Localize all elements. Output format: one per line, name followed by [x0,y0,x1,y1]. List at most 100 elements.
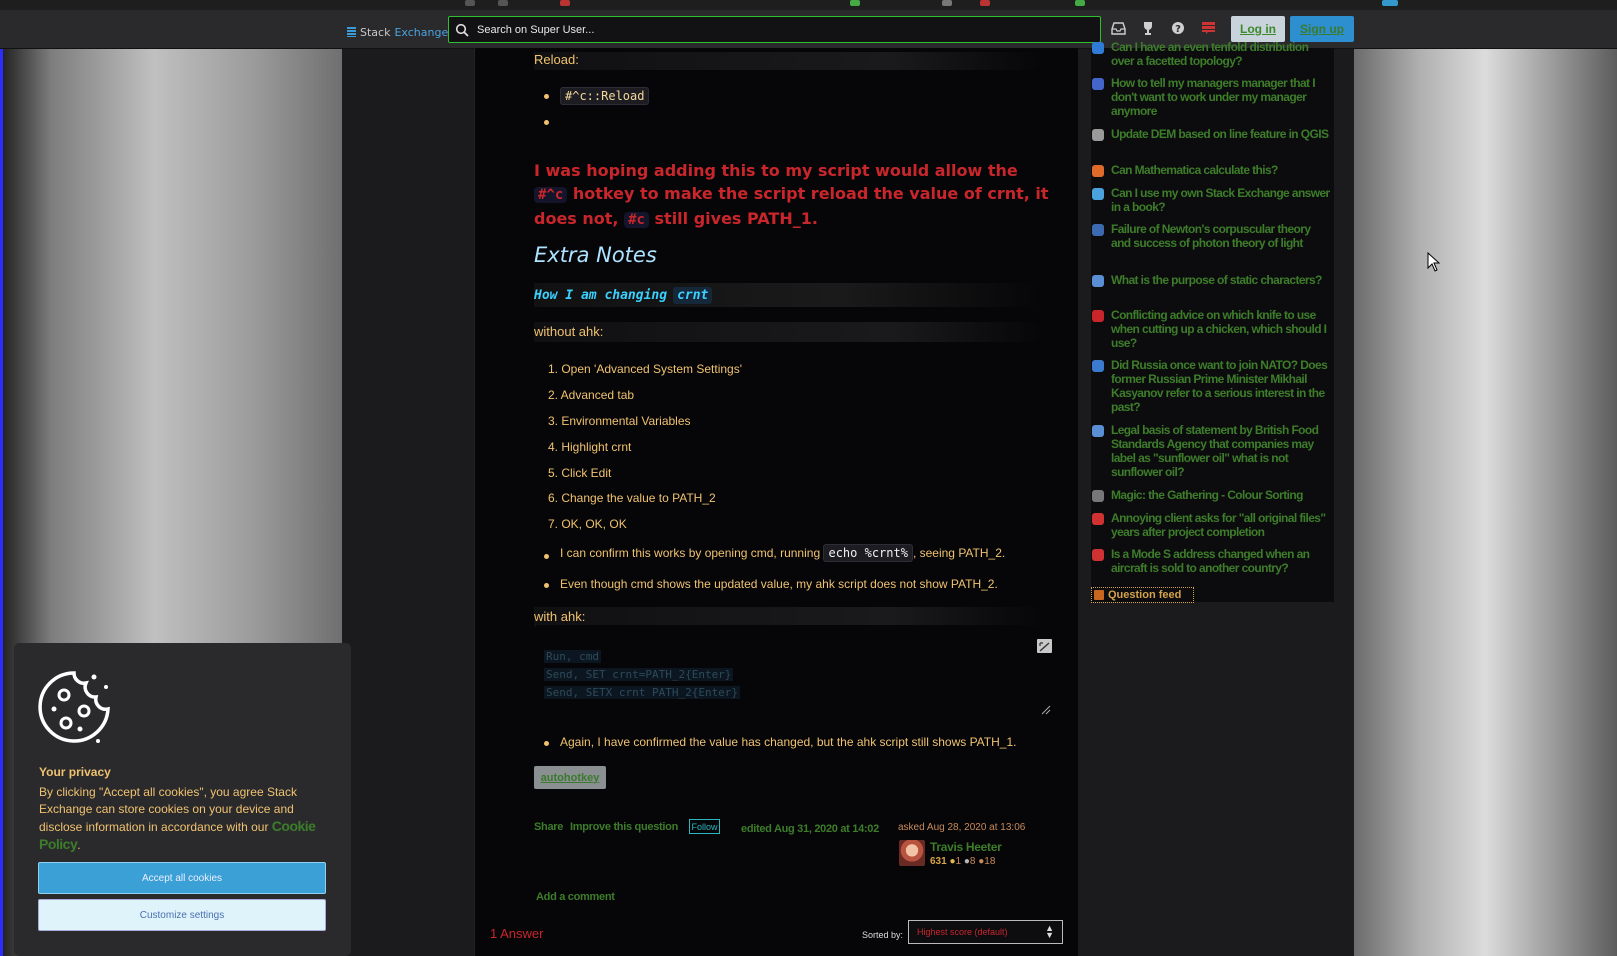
hot-question-link[interactable]: Can I have an even tenfold distribution … [1111,40,1331,68]
indicator [850,0,860,6]
indicator [980,0,990,6]
cookie-consent-dialog: Your privacy By clicking "Accept all coo… [14,643,351,956]
confirm-text: I can confirm this works by opening cmd,… [560,546,821,560]
site-icon [1092,188,1104,200]
cookie-body: By clicking "Accept all cookies", you ag… [39,784,329,854]
list-bullet [544,94,549,99]
step-5: 5. Click Edit [548,466,612,480]
customize-settings-button[interactable]: Customize settings [38,899,326,931]
code-line: Send, SET crnt=PATH_2{Enter} [544,668,734,681]
cookie-body-end: . [77,838,81,852]
step-3: 3. Environmental Variables [548,414,691,428]
user-name-link[interactable]: Travis Heeter [930,840,1002,854]
resize-handle-icon[interactable] [1039,700,1051,719]
list-bullet [544,554,549,559]
cookie-icon [36,669,112,749]
avatar[interactable] [899,840,925,866]
help-icon[interactable]: ? [1170,20,1186,36]
logo-text-stack: Stack [360,25,391,39]
hot-question-link[interactable]: Annoying client asks for "all original f… [1111,511,1331,539]
search-icon [449,23,475,37]
step-6: 6. Change the value to PATH_2 [548,491,716,505]
silver-count: 8 [969,856,976,867]
hot-question-link[interactable]: Can Mathematica calculate this? [1111,163,1331,177]
how-changing-heading: How I am changing crnt [534,283,1044,307]
hot-question-link[interactable]: Is a Mode S address changed when an airc… [1111,547,1331,575]
improve-question-link[interactable]: Improve this question [570,821,678,833]
share-link[interactable]: Share [534,821,563,833]
search-input[interactable] [475,22,1079,37]
bronze-count: 18 [984,856,996,867]
how-changing-text: How I am changing [534,287,668,303]
mouse-cursor-icon [1427,251,1441,276]
stackexchange-icon [347,27,356,37]
sort-arrows-icon: ▲ ▼ [1045,923,1054,940]
red-note-code-1: #^c [534,187,568,203]
window-edge [0,48,3,956]
red-note-text-1: I was hoping adding this to my script wo… [534,161,1018,180]
sorted-by-label: Sorted by: [862,930,904,940]
step-4: 4. Highlight crnt [548,440,632,454]
red-note: I was hoping adding this to my script wo… [534,159,1054,232]
sort-select-value: Highest score (default) [917,927,1008,937]
svg-text:?: ? [1175,24,1181,35]
again-item: Again, I have confirmed the value has ch… [560,735,1017,749]
red-note-text-3: still gives PATH_1. [654,209,818,228]
sort-select[interactable]: Highest score (default) ▲ ▼ [908,920,1063,944]
signup-button[interactable]: Sign up [1290,16,1354,42]
code-lines: Run, cmd Send, SET crnt=PATH_2{Enter} Se… [544,648,741,702]
rss-icon [1094,590,1104,600]
indicator [560,0,570,6]
gold-count: 1 [955,856,962,867]
confirm-item: I can confirm this works by opening cmd,… [560,544,1006,562]
add-comment-link[interactable]: Add a comment [536,891,615,903]
code-line: Run, cmd [544,650,601,663]
even-though-item: Even though cmd shows the updated value,… [560,577,998,591]
search-box[interactable] [448,16,1101,43]
hot-question-link[interactable]: Did Russia once want to join NATO? Does … [1111,358,1331,414]
indicator [498,0,508,6]
without-ahk-label: without ahk: [534,322,1044,342]
site-icon [1092,165,1104,177]
site-icon [1092,224,1104,236]
cookie-title: Your privacy [39,765,111,779]
site-switcher-icon[interactable] [1200,20,1216,36]
list-bullet [544,583,549,588]
step-7: 7. OK, OK, OK [548,517,627,531]
cookie-body-text: By clicking "Accept all cookies", you ag… [39,785,297,834]
with-ahk-label: with ahk: [534,607,1044,627]
hot-question-link[interactable]: What is the purpose of static characters… [1111,273,1331,301]
accept-all-cookies-button[interactable]: Accept all cookies [38,862,326,894]
question-feed-link[interactable]: Question feed [1091,587,1194,603]
list-bullet [544,741,549,746]
achievements-icon[interactable] [1140,20,1156,36]
question-feed-label: Question feed [1108,589,1182,601]
top-navbar: StackExchange ? Log in Sign up [0,10,1617,49]
reload-code-item: #^c::Reload [560,87,650,105]
hot-question-link[interactable]: How to tell my managers manager that I d… [1111,76,1331,118]
extra-notes-heading: Extra Notes [534,243,657,267]
reload-code: #^c::Reload [560,87,650,105]
inbox-icon[interactable] [1110,20,1126,36]
how-changing-code: crnt [673,286,713,304]
hot-question-link[interactable]: Magic: the Gathering - Colour Sorting [1111,488,1331,502]
hot-question-link[interactable]: Can I use my own Stack Exchange answer i… [1111,186,1331,214]
edited-link[interactable]: edited Aug 31, 2020 at 14:02 [741,823,879,835]
tag-autohotkey[interactable]: autohotkey [534,766,606,789]
page-background-right [1354,0,1617,956]
confirm-text-post: , seeing PATH_2. [912,546,1006,560]
code-line: Send, SETX crnt PATH_2{Enter} [544,686,741,699]
follow-button[interactable]: Follow [689,819,720,834]
logo-text-exchange: Exchange [394,25,449,39]
hot-question-link[interactable]: Failure of Newton's corpuscular theory a… [1111,222,1331,264]
hot-question-link[interactable]: Conflicting advice on which knife to use… [1111,308,1331,350]
site-icon [1092,360,1104,372]
answers-count: 1 Answer [490,926,544,941]
login-button[interactable]: Log in [1231,16,1285,42]
hot-question-link[interactable]: Update DEM based on line feature in QGIS [1111,127,1331,155]
indicator [1382,0,1398,6]
step-2: 2. Advanced tab [548,388,635,402]
stackexchange-logo[interactable]: Stack Exchange [347,22,448,42]
hot-question-link[interactable]: Legal basis of statement by British Food… [1111,423,1331,479]
code-expand-icon[interactable] [1037,639,1052,653]
